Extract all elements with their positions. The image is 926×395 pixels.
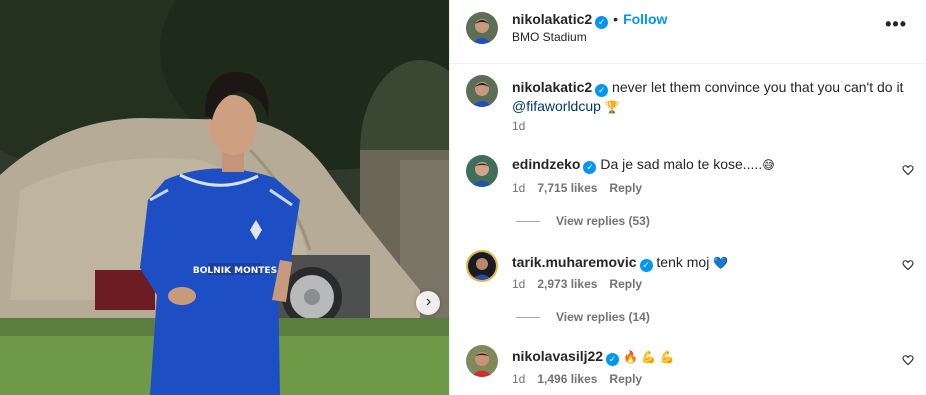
trophy-emoji: 🏆 [604, 100, 620, 114]
comment-body: edindzeko ✓ Da je sad malo te kose.....😅 [512, 155, 775, 174]
caption-mention[interactable]: @fifaworldcup [512, 98, 601, 114]
separator-dot: • [613, 11, 619, 27]
view-replies-button[interactable]: View replies (14) [516, 310, 650, 324]
view-replies-label: View replies (53) [556, 214, 650, 228]
author-username[interactable]: nikolakatic2 [512, 11, 592, 27]
follow-button[interactable]: Follow [623, 11, 667, 27]
comment-username[interactable]: edindzeko [512, 156, 580, 172]
comment-avatar[interactable] [466, 250, 498, 282]
verified-badge-icon: ✓ [583, 161, 597, 174]
comment-meta: 1d 1,496 likes Reply [512, 372, 642, 386]
comment-body: tarik.muharemovic ✓ tenk moj 💙 [512, 253, 728, 272]
comment-time[interactable]: 1d [512, 372, 525, 386]
verified-badge-icon: ✓ [595, 16, 609, 29]
post-details-panel: nikolakatic2 ✓ • Follow BMO Stadium ••• nik… [449, 0, 926, 395]
avatar[interactable] [466, 12, 498, 44]
caption-avatar[interactable] [466, 75, 498, 107]
comment-meta: 1d 2,973 likes Reply [512, 277, 642, 291]
comment-time[interactable]: 1d [512, 277, 525, 291]
comment-text: tenk moj [656, 254, 710, 270]
comment-meta: 1d 7,715 likes Reply [512, 181, 642, 195]
view-replies-label: View replies (14) [556, 310, 650, 324]
caption-text-block: nikolakatic2 ✓ never let them convince yo… [512, 78, 907, 116]
caption-username[interactable]: nikolakatic2 [512, 79, 592, 95]
jersey-sponsor: BOLNIK MONTES [193, 266, 277, 276]
view-replies-button[interactable]: View replies (53) [516, 214, 650, 228]
verified-badge-icon: ✓ [639, 259, 653, 272]
comment-emoji: 🔥 💪 💪 [622, 350, 675, 364]
post-photo[interactable]: BOLNIK MONTES › [0, 0, 449, 395]
chevron-right-icon: › [425, 293, 432, 310]
comment-avatar[interactable] [466, 155, 498, 187]
comment-text: Da je sad malo te kose..... [600, 156, 763, 172]
reply-button[interactable]: Reply [609, 181, 642, 195]
comment-username[interactable]: nikolavasilj22 [512, 348, 603, 364]
post-location[interactable]: BMO Stadium [512, 30, 587, 44]
carousel-next-button[interactable]: › [416, 291, 440, 315]
comment-emoji: 😅 [762, 158, 775, 172]
post-header: nikolakatic2 ✓ • Follow BMO Stadium ••• [450, 0, 926, 64]
verified-badge-icon: ✓ [606, 353, 620, 366]
heart-icon[interactable] [902, 164, 914, 176]
caption-text: never let them convince you that you can… [612, 79, 904, 95]
post-image: BOLNIK MONTES [0, 0, 449, 395]
comment-username[interactable]: tarik.muharemovic [512, 254, 637, 270]
verified-badge-icon: ✓ [595, 84, 609, 97]
more-options-icon[interactable]: ••• [885, 14, 907, 35]
comment-likes[interactable]: 1,496 likes [537, 372, 597, 386]
heart-icon[interactable] [902, 354, 914, 366]
comment-time[interactable]: 1d [512, 181, 525, 195]
reply-button[interactable]: Reply [609, 277, 642, 291]
comment-emoji: 💙 [713, 256, 729, 270]
post-author-line: nikolakatic2 ✓ • Follow [512, 11, 667, 29]
comment-avatar[interactable] [466, 345, 498, 377]
reply-button[interactable]: Reply [609, 372, 642, 386]
replies-divider [516, 220, 540, 222]
replies-divider [516, 316, 540, 318]
comment-body: nikolavasilj22 ✓ 🔥 💪 💪 [512, 347, 674, 366]
comment-likes[interactable]: 2,973 likes [537, 277, 597, 291]
comment-likes[interactable]: 7,715 likes [537, 181, 597, 195]
heart-icon[interactable] [902, 259, 914, 271]
caption-timestamp[interactable]: 1d [512, 119, 525, 133]
